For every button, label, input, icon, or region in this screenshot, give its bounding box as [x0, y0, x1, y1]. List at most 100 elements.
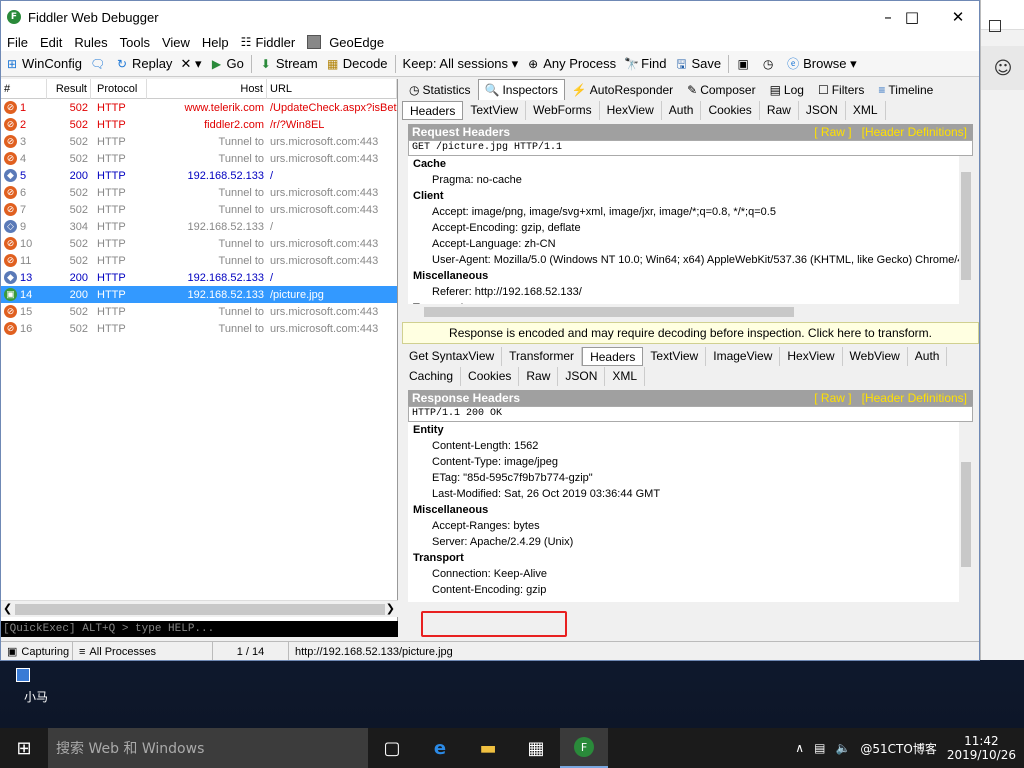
menu-edit[interactable]: Edit: [34, 35, 68, 50]
menu-view[interactable]: View: [156, 35, 196, 50]
request-header-defs-link[interactable]: [Header Definitions]: [862, 125, 967, 139]
req-tab-json[interactable]: JSON: [799, 100, 846, 120]
req-tab-xml[interactable]: XML: [846, 100, 886, 120]
session-row[interactable]: ⊘ 6 502 HTTP Tunnel to urs.microsoft.com:443: [1, 184, 397, 201]
request-hscrollbar[interactable]: [408, 304, 973, 320]
session-row[interactable]: ⊘ 4 502 HTTP Tunnel to urs.microsoft.com:443: [1, 150, 397, 167]
resp-tab-auth[interactable]: Auth: [908, 346, 948, 366]
session-row[interactable]: ◆ 13 200 HTTP 192.168.52.133 /: [1, 269, 397, 286]
decode-warning-bar[interactable]: Response is encoded and may require deco…: [402, 322, 979, 344]
tab-inspectors[interactable]: 🔍 Inspectors: [477, 79, 565, 100]
response-header-item[interactable]: Content-Length: 1562: [408, 438, 973, 454]
any-process-button[interactable]: ⊕ Any Process: [522, 52, 620, 76]
process-filter[interactable]: ≡ All Processes: [73, 641, 213, 660]
session-row[interactable]: ⊘ 11 502 HTTP Tunnel to urs.microsoft.com:443: [1, 252, 397, 269]
response-header-item[interactable]: ETag: "85d-595c7f9b7b774-gzip": [408, 470, 973, 486]
quickexec-input[interactable]: [QuickExec] ALT+Q > type HELP...: [1, 621, 398, 637]
volume-icon[interactable]: 🔈: [835, 741, 850, 755]
request-header-item[interactable]: Referer: http://192.168.52.133/: [408, 284, 973, 300]
store-button[interactable]: ▦: [512, 728, 560, 768]
people-icon[interactable]: ☺: [981, 46, 1024, 90]
session-row[interactable]: ⊘ 10 502 HTTP Tunnel to urs.microsoft.com:443: [1, 235, 397, 252]
resp-tab-imageview[interactable]: ImageView: [706, 346, 781, 366]
req-tab-webforms[interactable]: WebForms: [526, 100, 600, 120]
resp-tab-caching[interactable]: Caching: [402, 366, 462, 386]
response-header-item[interactable]: Content-Encoding: gzip: [408, 582, 973, 598]
req-tab-textview[interactable]: TextView: [463, 100, 527, 120]
tab-statistics[interactable]: ◷ Statistics: [402, 80, 478, 100]
col-url[interactable]: URL: [267, 78, 397, 99]
tab-filters[interactable]: ☐ Filters: [811, 80, 871, 100]
edge-button[interactable]: e: [416, 728, 464, 768]
replay-button[interactable]: ↻ Replay: [111, 52, 176, 76]
session-list-hscrollbar[interactable]: ❮ ❯: [1, 600, 398, 617]
response-header-item[interactable]: Server: Apache/2.4.29 (Unix): [408, 534, 973, 550]
desktop-shortcut[interactable]: 小马: [16, 668, 56, 705]
session-row[interactable]: ⊘ 15 502 HTTP Tunnel to urs.microsoft.com:443: [1, 303, 397, 320]
session-row[interactable]: ▣ 14 200 HTTP 192.168.52.133/picture.jpg: [1, 286, 397, 303]
resp-tab-cookies[interactable]: Cookies: [461, 366, 520, 386]
decode-button[interactable]: ▦ Decode: [322, 52, 392, 76]
menu-rules[interactable]: Rules: [68, 35, 113, 50]
session-row[interactable]: ◇ 9 304 HTTP 192.168.52.133 /: [1, 218, 397, 235]
req-tab-auth[interactable]: Auth: [662, 100, 702, 120]
request-raw-link[interactable]: [ Raw ]: [814, 125, 851, 139]
request-header-item[interactable]: Accept-Encoding: gzip, deflate: [408, 220, 973, 236]
notification-icon[interactable]: ▤: [814, 741, 825, 755]
menu-geoedge[interactable]: GeoEdge: [301, 35, 390, 50]
keep-sessions-dropdown[interactable]: Keep: All sessions ▾: [399, 52, 523, 76]
req-tab-raw[interactable]: Raw: [760, 100, 799, 120]
session-row[interactable]: ⊘ 7 502 HTTP Tunnel to urs.microsoft.com:443: [1, 201, 397, 218]
chevron-up-icon[interactable]: ∧: [795, 741, 804, 755]
browse-button[interactable]: ⓔ Browse ▾: [782, 52, 861, 76]
task-view-button[interactable]: ▢: [368, 728, 416, 768]
col-result[interactable]: Result: [47, 78, 91, 99]
tab-timeline[interactable]: ≡ Timeline: [871, 80, 940, 100]
fiddler-taskbar-button[interactable]: F: [560, 728, 608, 768]
request-header-item[interactable]: User-Agent: Mozilla/5.0 (Windows NT 10.0…: [408, 252, 973, 268]
response-group-header[interactable]: Transport: [408, 550, 973, 566]
close-button[interactable]: ✕: [935, 1, 979, 33]
request-header-item[interactable]: Accept-Language: zh-CN: [408, 236, 973, 252]
session-row[interactable]: ◆ 5 200 HTTP 192.168.52.133 /: [1, 167, 397, 184]
response-group-header[interactable]: Entity: [408, 422, 973, 438]
req-tab-cookies[interactable]: Cookies: [701, 100, 760, 120]
response-raw-link[interactable]: [ Raw ]: [814, 391, 851, 405]
tab-log[interactable]: ▤ Log: [763, 80, 811, 100]
taskbar-search[interactable]: 搜索 Web 和 Windows: [48, 728, 368, 768]
response-header-defs-link[interactable]: [Header Definitions]: [862, 391, 967, 405]
response-header-item[interactable]: Connection: Keep-Alive: [408, 566, 973, 582]
clock[interactable]: 11:42 2019/10/26: [947, 734, 1016, 762]
resp-tab-webview[interactable]: WebView: [843, 346, 908, 366]
resp-tab-xml[interactable]: XML: [605, 366, 646, 386]
session-row[interactable]: ⊘ 16 502 HTTP Tunnel to urs.microsoft.com:443: [1, 320, 397, 337]
response-vscrollbar[interactable]: [959, 422, 973, 602]
col-host[interactable]: Host: [147, 78, 267, 99]
request-group-header[interactable]: Client: [408, 188, 973, 204]
timer-button[interactable]: ◷: [757, 52, 782, 76]
start-button[interactable]: ⊞: [0, 728, 48, 768]
remove-button[interactable]: ✕ ▾: [176, 52, 205, 76]
menu-fiddler[interactable]: ☷ Fiddler: [235, 35, 302, 50]
response-group-header[interactable]: Miscellaneous: [408, 502, 973, 518]
explorer-button[interactable]: ▬: [464, 728, 512, 768]
winconfig-button[interactable]: ⊞ WinConfig: [1, 52, 86, 76]
request-vscrollbar[interactable]: [959, 156, 973, 304]
response-header-item[interactable]: Accept-Ranges: bytes: [408, 518, 973, 534]
screenshot-button[interactable]: ▣: [732, 52, 757, 76]
resp-tab-headers[interactable]: Headers: [582, 346, 644, 366]
menu-tools[interactable]: Tools: [114, 35, 156, 50]
save-button[interactable]: 🖫 Save: [670, 52, 725, 76]
tab-autoresponder[interactable]: ⚡ AutoResponder: [565, 80, 680, 100]
session-row[interactable]: ⊘ 3 502 HTTP Tunnel to urs.microsoft.com:443: [1, 133, 397, 150]
scroll-left-icon[interactable]: ❮: [3, 602, 12, 615]
scroll-right-icon[interactable]: ❯: [386, 602, 395, 615]
response-header-item[interactable]: Last-Modified: Sat, 26 Oct 2019 03:36:44…: [408, 486, 973, 502]
resp-tab-hexview[interactable]: HexView: [780, 346, 843, 366]
stream-button[interactable]: ⬇ Stream: [255, 52, 322, 76]
request-header-item[interactable]: Pragma: no-cache: [408, 172, 973, 188]
col-protocol[interactable]: Protocol: [91, 78, 147, 99]
request-header-item[interactable]: Accept: image/png, image/svg+xml, image/…: [408, 204, 973, 220]
req-tab-hexview[interactable]: HexView: [600, 100, 662, 120]
comment-button[interactable]: 🗨: [86, 52, 111, 76]
